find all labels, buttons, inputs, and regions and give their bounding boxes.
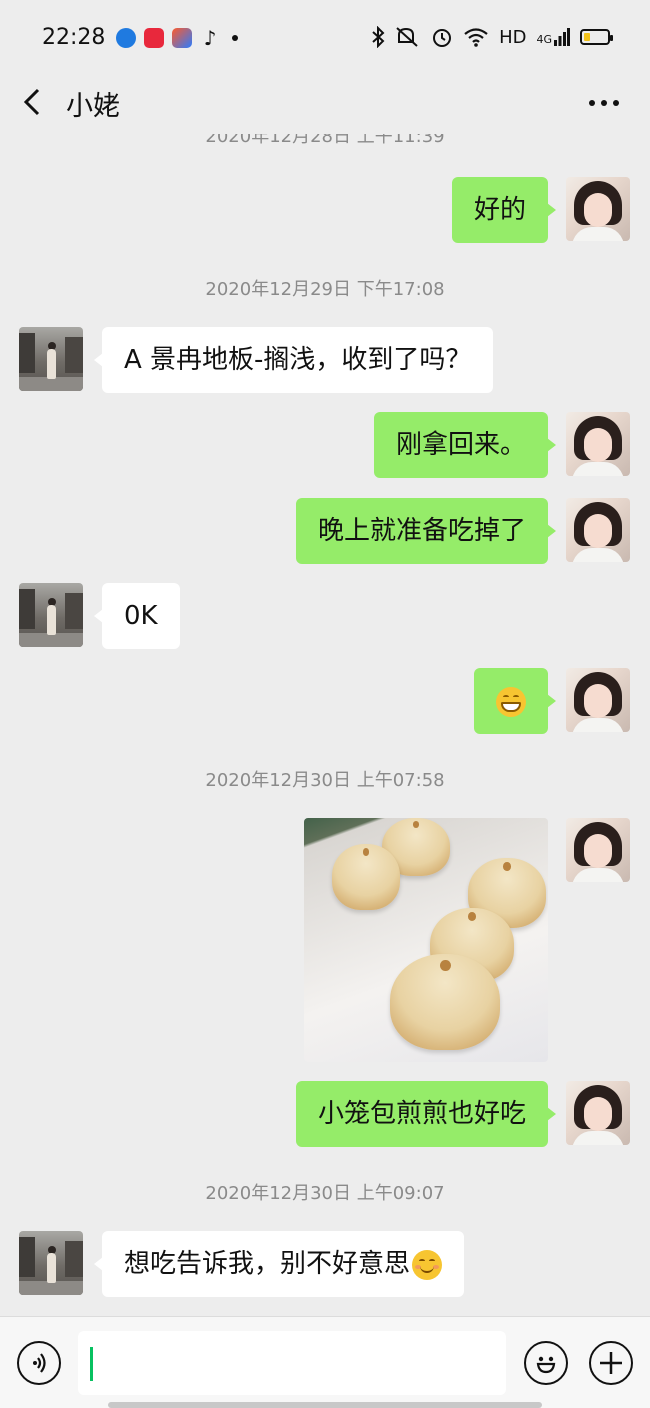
battery-icon: [580, 29, 613, 45]
timestamp: 2020年12月29日 下午17:08: [205, 279, 445, 300]
bluetooth-icon: [372, 26, 385, 48]
hd-label: HD: [499, 26, 527, 48]
signal-icon: [554, 28, 570, 46]
my-avatar[interactable]: [566, 1081, 630, 1145]
more-icon[interactable]: [588, 78, 620, 126]
voice-icon[interactable]: [17, 1341, 61, 1385]
contact-avatar[interactable]: [19, 327, 83, 391]
chevron-left-icon[interactable]: [20, 82, 44, 131]
home-indicator[interactable]: [108, 1402, 542, 1408]
browser-app-icon: [116, 28, 136, 48]
message-bubble-me-emoji[interactable]: [474, 668, 556, 734]
chat-header: 小姥: [0, 72, 650, 134]
status-indicators: HD 4G: [371, 26, 613, 48]
chat-messages[interactable]: 2020年12月28日 上午11:39 好的 2020年12月29日 下午17:…: [0, 134, 650, 1316]
message-bubble-me[interactable]: 刚拿回来。: [373, 412, 557, 478]
battery-level: [584, 33, 590, 41]
contact-name: 小姥: [66, 91, 120, 122]
wifi-icon: [464, 28, 488, 47]
alarm-icon: [433, 29, 452, 47]
xiaohongshu-app-icon: [144, 28, 164, 48]
message-input[interactable]: [78, 1331, 506, 1395]
notification-icons: ♪: [116, 28, 238, 48]
my-avatar[interactable]: [566, 177, 630, 241]
message-input-bar: [0, 1316, 650, 1408]
soup-dumplings-photo[interactable]: [304, 818, 548, 1062]
timestamp: 2020年12月28日 上午11:39: [205, 134, 445, 147]
contact-avatar[interactable]: [19, 1231, 83, 1295]
smiling-face-emoji: [412, 1249, 443, 1280]
emoji-icon[interactable]: [524, 1341, 568, 1385]
message-bubble-other[interactable]: A 景冉地板-搁浅，收到了吗？: [93, 327, 494, 393]
message-bubble-me[interactable]: 晚上就准备吃掉了: [295, 498, 557, 564]
timestamp: 2020年12月30日 上午07:58: [205, 770, 445, 791]
my-avatar[interactable]: [566, 668, 630, 732]
my-avatar[interactable]: [566, 412, 630, 476]
network-label: 4G: [536, 28, 570, 46]
grinning-face-emoji: [496, 686, 526, 717]
my-avatar[interactable]: [566, 498, 630, 562]
timestamp: 2020年12月30日 上午09:07: [205, 1183, 445, 1204]
more-notifications-dot: [232, 35, 238, 41]
video-app-icon: [172, 28, 192, 48]
text-cursor: [90, 1347, 93, 1381]
plus-icon[interactable]: [589, 1341, 633, 1385]
message-bubble-other[interactable]: 0K: [94, 583, 180, 649]
status-time: 22:28: [42, 25, 106, 50]
status-bar: 22:28 ♪ HD 4G: [0, 0, 650, 72]
mute-icon: [396, 27, 418, 47]
message-text: 想吃告诉我，别不好意思: [124, 1249, 411, 1279]
message-bubble-me[interactable]: 好的: [451, 177, 557, 243]
my-avatar[interactable]: [566, 818, 630, 882]
message-bubble-other[interactable]: 想吃告诉我，别不好意思: [93, 1231, 465, 1297]
tiktok-app-icon: ♪: [203, 26, 217, 50]
message-bubble-me[interactable]: 小笼包煎煎也好吃: [295, 1081, 557, 1147]
contact-avatar[interactable]: [19, 583, 83, 647]
